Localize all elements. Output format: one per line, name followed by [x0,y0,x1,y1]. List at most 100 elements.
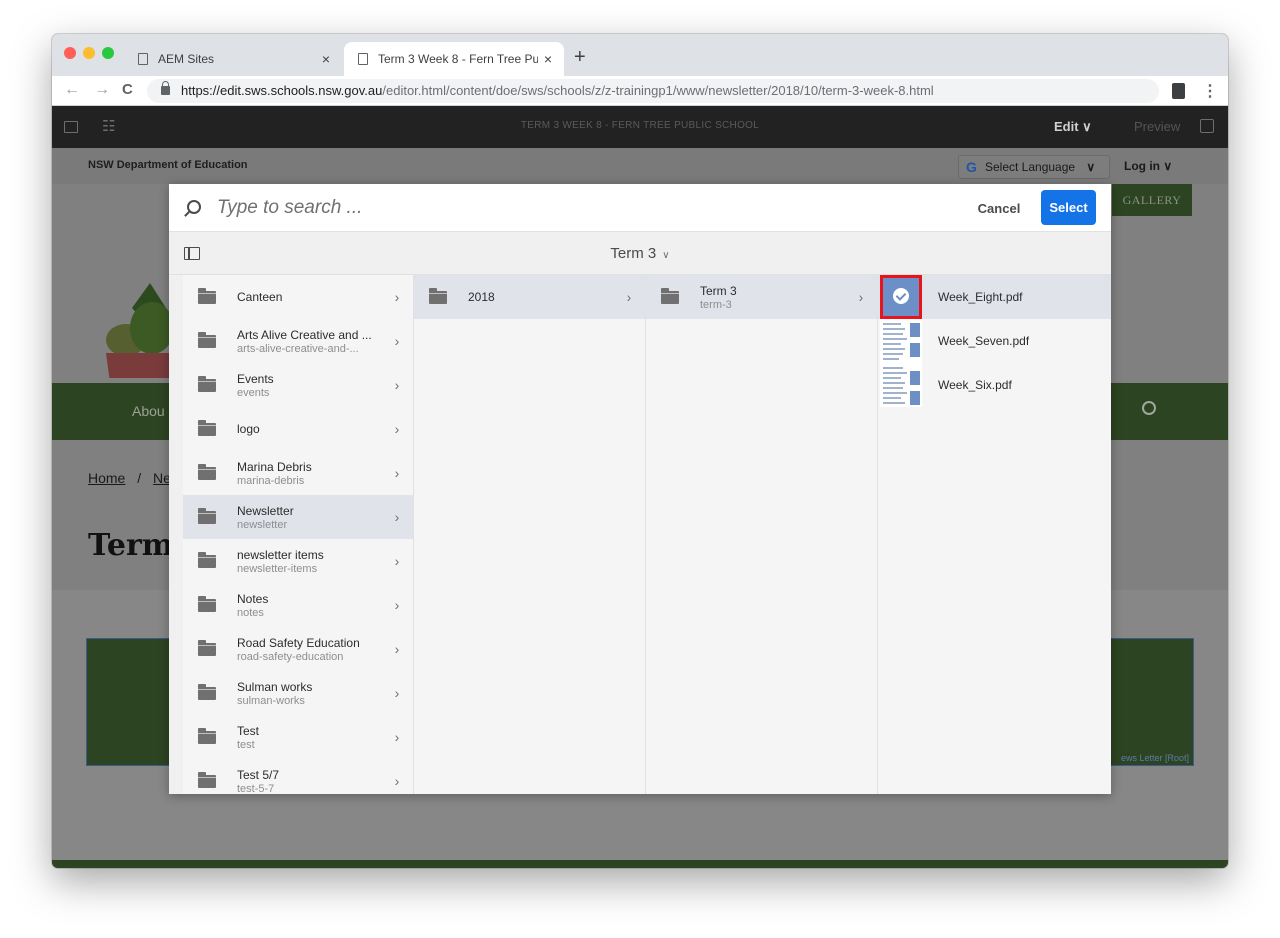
document-icon [138,53,148,65]
folder-icon [661,287,679,304]
editor-toolbar: ☷ TERM 3 WEEK 8 - FERN TREE PUBLIC SCHOO… [52,106,1228,148]
address-bar: ← → C https://edit.sws.schools.nsw.gov.a… [52,76,1228,106]
chevron-right-icon: › [394,773,400,789]
asset-checkbox-checked[interactable] [880,275,922,319]
column-1: Canteen › Arts Alive Creative and ... arts… [183,275,414,794]
asset-item-selected[interactable]: Week_Eight.pdf [878,275,1111,319]
google-icon: G [966,159,977,175]
preview-button[interactable]: Preview [1134,119,1180,134]
url-host: https://edit.sws.schools.nsw.gov.au [181,83,383,98]
login-menu[interactable]: Log in ∨ [1124,159,1172,173]
current-folder-title: Term 3 [610,245,657,262]
close-window-button[interactable] [64,47,76,59]
folder-item[interactable]: Test 5/7 test-5-7 › [183,759,413,794]
breadcrumb-home[interactable]: Home [88,470,125,486]
footer-bar [52,860,1228,868]
folder-item[interactable]: Events events › [183,363,413,407]
folder-name: notes [237,606,264,619]
tab-close-icon[interactable]: × [538,51,558,67]
select-button[interactable]: Select [1041,190,1096,225]
emulator-icon[interactable] [1200,119,1214,133]
folder-name: term-3 [700,298,732,311]
document-icon [358,53,368,65]
gallery-link[interactable]: GALLERY [1112,184,1192,216]
asset-picker-dialog: Cancel Select Term 3 ∨ Canteen › Arts Aliv… [169,184,1111,794]
tab-aem-sites[interactable]: AEM Sites × [124,42,342,76]
extension-clipboard-icon[interactable] [1172,83,1185,99]
chevron-right-icon: › [394,377,400,393]
folder-title: 2018 [468,290,495,304]
page-heading: Term [88,528,174,563]
folder-item[interactable]: newsletter items newsletter-items › [183,539,413,583]
chevron-right-icon: › [394,729,400,745]
chevron-right-icon: › [394,333,400,349]
folder-item-selected[interactable]: Newsletter newsletter › [183,495,413,539]
minimize-window-button[interactable] [83,47,95,59]
page-top-strip: NSW Department of Education G Select Lan… [52,148,1228,184]
folder-item[interactable]: Arts Alive Creative and ... arts-alive-cr… [183,319,413,363]
folder-icon [198,683,216,700]
folder-item-selected[interactable]: Term 3 term-3 › [646,275,877,319]
back-button[interactable]: ← [64,81,80,99]
folder-title: Test 5/7 [237,767,280,782]
pdf-thumbnail-icon[interactable] [880,363,922,407]
browser-menu-icon[interactable]: ⋮ [1202,81,1218,101]
language-label: Select Language [985,160,1076,174]
folder-breadcrumb[interactable]: Term 3 ∨ [169,245,1111,262]
folder-item[interactable]: Canteen › [183,275,413,319]
chevron-right-icon: › [626,289,632,305]
lock-icon [161,81,170,95]
asset-item[interactable]: Week_Seven.pdf [878,319,1111,363]
search-input[interactable] [217,194,917,222]
column-3: Term 3 term-3 › [646,275,878,794]
cancel-button[interactable]: Cancel [959,192,1039,224]
folder-title: logo [237,422,260,436]
folder-item[interactable]: logo › [183,407,413,451]
url-field[interactable]: https://edit.sws.schools.nsw.gov.au/edit… [147,79,1159,103]
folder-icon [198,595,216,612]
folder-item[interactable]: Marina Debris marina-debris › [183,451,413,495]
new-tab-button[interactable]: + [574,47,586,67]
folder-name: newsletter-items [237,562,318,575]
chevron-right-icon: › [394,597,400,613]
chevron-right-icon: › [858,289,864,305]
site-search-icon[interactable] [1142,401,1156,415]
picker-toolbar: Term 3 ∨ [169,232,1111,275]
folder-item-selected[interactable]: 2018 › [414,275,645,319]
tab-close-icon[interactable]: × [316,51,336,67]
nav-item-about[interactable]: Abou [132,403,165,419]
folder-title: Sulman works [237,679,313,694]
folder-icon [198,331,216,348]
tab-term-3-week-8[interactable]: Term 3 Week 8 - Fern Tree Public School … [344,42,564,76]
tab-strip: AEM Sites × Term 3 Week 8 - Fern Tree Pu… [52,34,1228,76]
folder-item[interactable]: Sulman works sulman-works › [183,671,413,715]
pdf-thumbnail-icon[interactable] [880,319,922,363]
folder-item[interactable]: Road Safety Education road-safety-educati… [183,627,413,671]
folder-icon [198,419,216,436]
language-selector[interactable]: G Select Language ∨ [958,155,1110,179]
picker-header: Cancel Select [169,184,1111,232]
folder-name: sulman-works [237,694,305,707]
forward-button[interactable]: → [94,81,110,99]
folder-icon [198,375,216,392]
component-tag: ews Letter [Root] [1120,753,1189,763]
folder-item[interactable]: Notes notes › [183,583,413,627]
chevron-right-icon: › [394,685,400,701]
chevron-right-icon: › [394,641,400,657]
folder-name: road-safety-education [237,650,344,663]
folder-title: Test [237,723,260,738]
edit-mode-dropdown[interactable]: Edit ∨ [1054,119,1092,135]
folder-icon [198,771,216,788]
folder-title: Term 3 [700,283,737,298]
school-logo-plant-icon [106,283,176,378]
breadcrumb-separator: / [137,470,142,486]
reload-button[interactable]: C [122,81,133,99]
column-2: 2018 › [414,275,646,794]
folder-title: Newsletter [237,503,294,518]
asset-item[interactable]: Week_Six.pdf [878,363,1111,407]
maximize-window-button[interactable] [102,47,114,59]
asset-title: Week_Eight.pdf [938,290,1023,304]
folder-item[interactable]: Test test › [183,715,413,759]
page-breadcrumb: Home / Ne [88,470,171,486]
folder-title: newsletter items [237,547,324,562]
